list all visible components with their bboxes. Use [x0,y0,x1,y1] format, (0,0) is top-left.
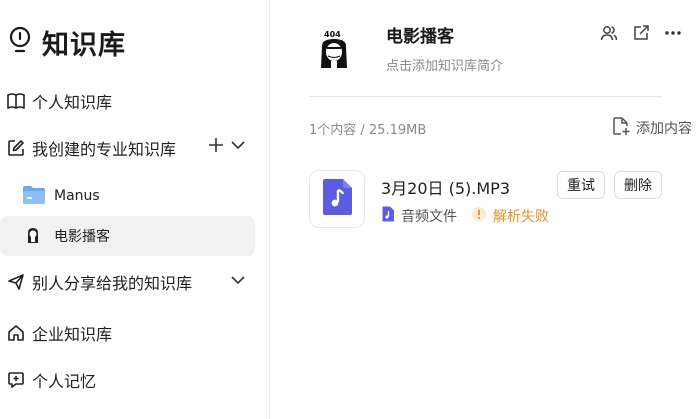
brand: 知识库 [8,22,126,62]
audio-file-icon [321,178,353,220]
nav-my-created-kb[interactable]: 我创建的专业知识库 [6,136,176,160]
lightbulb-icon [8,26,32,58]
audio-file-small-icon [381,206,395,226]
nav-enterprise-kb-label: 企业知识库 [32,325,113,344]
sidebar: 知识库 个人知识库 我创建的专业知识库 Manus 电影播客 别人分享给我的知识… [0,0,270,419]
file-name: 3月20日 (5).MP3 [381,179,511,198]
book-icon [6,91,26,111]
header-actions [600,24,682,46]
nav-memory[interactable]: 个人记忆 [6,368,96,392]
edit-icon [6,138,26,158]
kb-item-manus[interactable]: Manus [0,176,255,216]
kb-avatar: 404 [311,26,357,72]
memory-icon [6,370,26,390]
header-divider [309,96,662,97]
avatar-text: 404 [324,30,341,39]
kb-item-label: 电影播客 [54,229,110,245]
file-meta: 音频文件 解析失败 [381,206,549,226]
send-icon [6,272,26,292]
content-meta: 1个内容 / 25.19MB [309,123,427,138]
avatar-icon [26,227,40,248]
brand-title: 知识库 [42,29,126,61]
nav-memory-label: 个人记忆 [32,372,97,391]
retry-button[interactable]: 重试 [557,171,605,199]
main-panel: 404 电影播客 点击添加知识库简介 1个内容 / 25.19MB 添加内容 3… [271,0,700,419]
kb-description[interactable]: 点击添加知识库简介 [386,55,503,74]
plus-icon[interactable] [208,137,224,157]
add-content-label: 添加内容 [636,121,692,137]
file-status: 解析失败 [493,209,549,225]
file-type: 音频文件 [401,209,457,225]
kb-title: 电影播客 [386,27,454,47]
nav-shared-kb-label: 别人分享给我的知识库 [32,274,193,293]
more-icon[interactable] [664,24,682,46]
add-content-button[interactable]: 添加内容 [612,116,692,140]
kb-item-movie-podcast[interactable]: 电影播客 [0,216,255,256]
my-created-actions [208,137,246,157]
share-external-icon[interactable] [632,24,650,46]
nav-shared-kb[interactable]: 别人分享给我的知识库 [6,270,192,294]
nav-personal-kb-label: 个人知识库 [32,93,113,112]
file-thumbnail[interactable] [309,170,365,228]
delete-button[interactable]: 删除 [614,171,662,199]
home-icon [6,323,26,343]
kb-item-label: Manus [54,188,100,204]
chevron-down-icon[interactable] [230,137,246,157]
warning-icon [471,206,487,226]
add-file-icon [612,116,630,140]
members-icon[interactable] [600,24,618,46]
chevron-down-icon[interactable] [230,272,246,292]
nav-personal-kb[interactable]: 个人知识库 [6,89,112,113]
folder-icon [22,185,46,209]
nav-enterprise-kb[interactable]: 企业知识库 [6,321,112,345]
shared-actions [230,272,246,292]
nav-my-created-kb-label: 我创建的专业知识库 [32,140,177,159]
